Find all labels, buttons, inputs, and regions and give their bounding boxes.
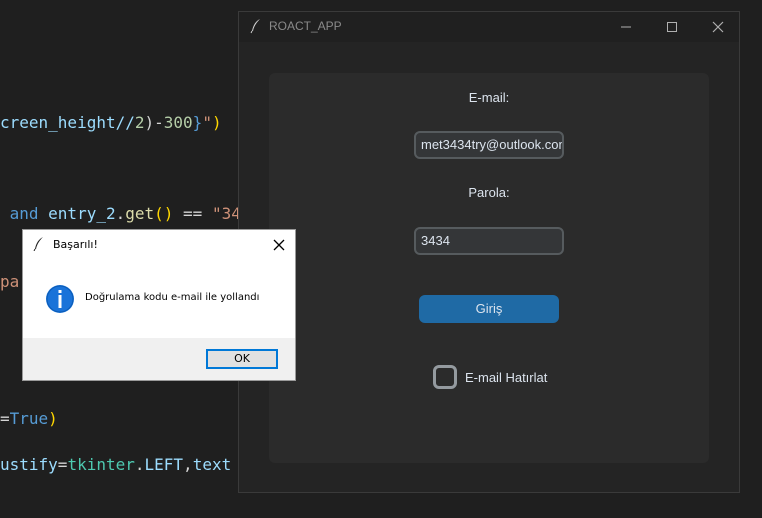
code-token: = (0, 409, 10, 428)
code-line: creen_height//2)-300}") (0, 113, 222, 133)
code-token: True (9, 409, 49, 428)
code-token: . (134, 455, 145, 474)
feather-icon (250, 19, 260, 34)
password-label: Parola: (468, 185, 510, 200)
code-token: entry_2 (38, 204, 116, 223)
code-line: ustify=tkinter.LEFT,text = (0, 455, 250, 475)
email-field[interactable]: met3434try@outlook.com (414, 131, 564, 159)
code-token: get (125, 204, 155, 223)
window-title: ROACT_APP (269, 19, 342, 33)
code-token: creen_height// (0, 113, 135, 132)
code-token: " (202, 113, 212, 132)
code-token: 300 (163, 113, 193, 132)
info-icon (46, 285, 74, 313)
code-token: , (183, 455, 193, 474)
password-field[interactable]: 3434 (414, 227, 564, 255)
dialog-footer: OK (23, 338, 295, 380)
code-token: tkinter (67, 455, 135, 474)
roact-app-window: ROACT_APP E-mail: met3434try@outlook.com… (238, 11, 740, 493)
code-token: == (173, 204, 212, 223)
close-icon[interactable] (269, 235, 289, 255)
login-button[interactable]: Giriş (419, 295, 559, 323)
maximize-icon (667, 22, 677, 32)
code-token: . (115, 204, 126, 223)
code-token: () (154, 204, 174, 223)
dialog-message: Doğrulama kodu e-mail ile yollandı (85, 292, 260, 303)
code-token: ) (48, 409, 58, 428)
code-line: =True) (0, 409, 58, 429)
code-token: ustify (0, 455, 58, 474)
close-button[interactable] (695, 12, 741, 42)
code-token: ) (211, 113, 222, 132)
feather-icon (33, 237, 43, 251)
ok-button[interactable]: OK (206, 349, 278, 369)
code-token: LEFT (144, 455, 184, 474)
success-message-dialog: Başarılı! Doğrulama kodu e-mail ile yoll… (23, 230, 295, 380)
code-token: )- (144, 113, 164, 132)
remember-email-label[interactable]: E-mail Hatırlat (465, 370, 547, 385)
code-token: text (192, 455, 232, 474)
email-label: E-mail: (468, 90, 510, 105)
minimize-icon (621, 26, 631, 28)
window-titlebar[interactable]: ROACT_APP (239, 12, 739, 42)
code-token: 2 (134, 113, 145, 132)
maximize-button[interactable] (649, 12, 695, 42)
close-icon (712, 21, 724, 33)
minimize-button[interactable] (603, 12, 649, 42)
code-token: and (0, 204, 39, 223)
code-token: = (57, 455, 68, 474)
remember-email-checkbox[interactable] (433, 365, 457, 389)
code-token: } (192, 113, 203, 132)
dialog-title: Başarılı! (53, 238, 98, 251)
login-frame: E-mail: met3434try@outlook.com Parola: 3… (269, 73, 709, 463)
code-line: and entry_2.get() == "3434 (0, 204, 260, 224)
